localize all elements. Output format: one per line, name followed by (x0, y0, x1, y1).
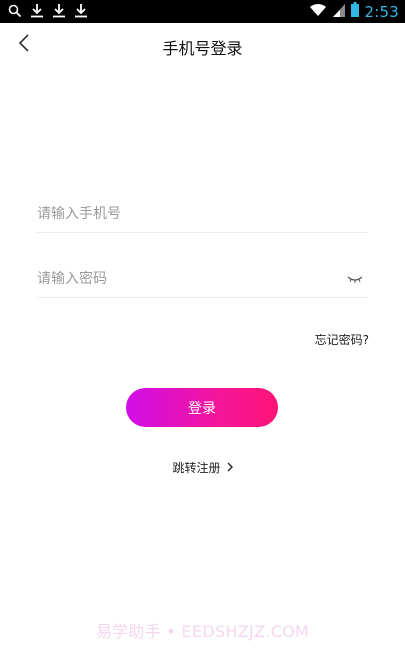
eye-closed-icon[interactable] (346, 271, 364, 285)
register-link-label: 跳转注册 (172, 461, 221, 475)
header: 手机号登录 (0, 23, 405, 67)
battery-icon (350, 2, 359, 21)
chevron-right-icon (227, 461, 233, 475)
password-input[interactable] (37, 261, 327, 297)
status-bar-notifications (8, 3, 88, 22)
status-bar-system: 2:53 (309, 0, 399, 23)
phone-input[interactable] (37, 196, 327, 232)
status-time: 2:53 (364, 2, 399, 21)
signal-icon (332, 2, 345, 21)
login-button[interactable]: 登录 (126, 388, 278, 427)
password-field (37, 261, 368, 298)
page-title: 手机号登录 (162, 39, 243, 58)
register-link[interactable]: 跳转注册 (0, 459, 405, 476)
forgot-password-link[interactable]: 忘记密码? (315, 331, 369, 348)
search-icon (8, 3, 22, 22)
wifi-icon (309, 2, 327, 21)
status-bar: 2:53 (0, 0, 405, 23)
download-icon (74, 3, 88, 22)
register-link-content: 跳转注册 (172, 459, 233, 476)
download-icon (52, 3, 66, 22)
watermark: 易学助手 • EEDSHZJZ.COM (95, 622, 310, 641)
phone-field (37, 196, 368, 233)
login-screen: 2:53 手机号登录 忘记密码? 登录 跳转注 (0, 0, 405, 649)
download-icon (30, 3, 44, 22)
